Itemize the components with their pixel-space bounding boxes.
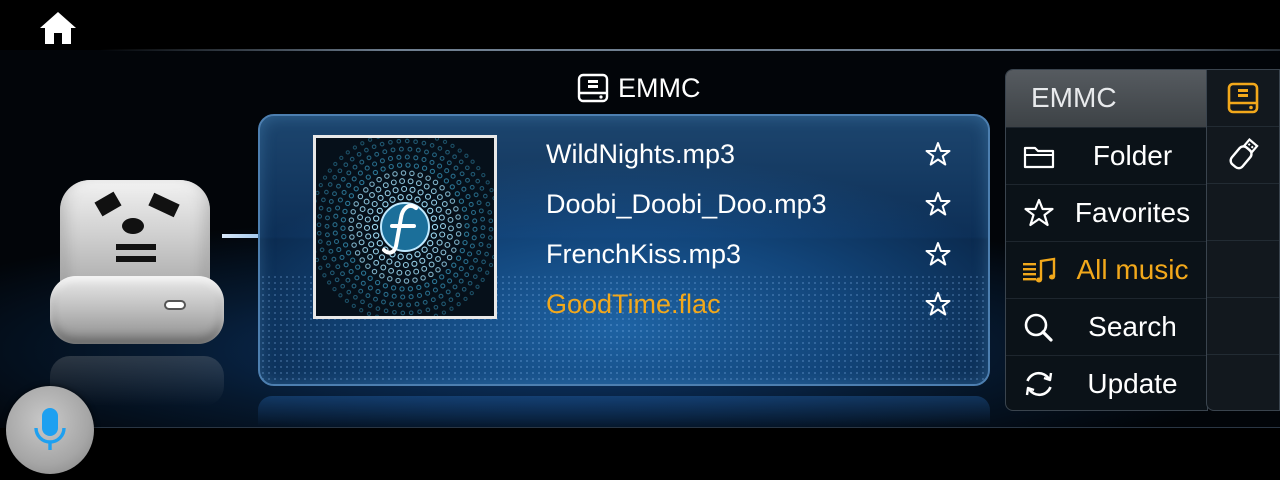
menu-item-all-music[interactable]: All music [1006, 241, 1207, 298]
menu-header-label: EMMC [1031, 82, 1117, 113]
album-art-image [316, 138, 494, 316]
track-name: Doobi_Doobi_Doo.mp3 [546, 188, 827, 219]
rail-empty-slot [1207, 241, 1279, 298]
menu-item-label: Folder [1092, 140, 1173, 171]
track-name: FrenchKiss.mp3 [546, 238, 742, 269]
rail-item-usb[interactable] [1207, 127, 1279, 184]
top-divider [100, 49, 1280, 51]
storage-icon [1227, 82, 1259, 114]
menu-item-search[interactable]: Search [1006, 298, 1207, 355]
top-bar [0, 0, 1280, 50]
album-art [313, 135, 497, 319]
menu-item-label: Favorites [1074, 197, 1191, 228]
favorite-star-icon[interactable] [924, 190, 952, 218]
microphone-icon [34, 408, 66, 450]
favorite-star-icon[interactable] [924, 290, 952, 318]
favorite-star-icon[interactable] [924, 140, 952, 168]
menu-item-update[interactable]: Update [1006, 355, 1207, 410]
storage-device-illustration [50, 176, 224, 344]
menu-item-label: All music [1076, 254, 1189, 285]
track-item[interactable]: FrenchKiss.mp3 [546, 232, 966, 276]
home-button[interactable] [38, 10, 78, 46]
rail-empty-slot [1207, 355, 1279, 412]
source-title: EMMC [576, 70, 701, 106]
home-icon [40, 12, 76, 44]
rail-item-emmc[interactable] [1207, 70, 1279, 127]
source-rail [1206, 69, 1280, 411]
menu-item-favorites[interactable]: Favorites [1006, 184, 1207, 241]
favorite-star-icon[interactable] [924, 240, 952, 268]
voice-button[interactable] [6, 386, 94, 474]
track-name: GoodTime.flac [546, 288, 721, 319]
track-name: WildNights.mp3 [546, 138, 736, 169]
source-title-label: EMMC [618, 72, 701, 103]
menu-header: EMMC [1006, 70, 1207, 127]
bottom-bar [0, 428, 1280, 480]
panel-reflection [258, 396, 990, 426]
track-item-playing[interactable]: GoodTime.flac [546, 282, 966, 326]
rail-empty-slot [1207, 298, 1279, 355]
menu-item-label: Search [1088, 311, 1177, 342]
source-menu: EMMC Folder Favorites All music Search U… [1005, 69, 1208, 411]
star-icon [1024, 198, 1054, 227]
track-item[interactable]: WildNights.mp3 [546, 132, 966, 176]
menu-item-label: Update [1087, 368, 1178, 399]
storage-icon [577, 73, 609, 103]
menu-item-folder[interactable]: Folder [1006, 127, 1207, 184]
folder-icon [1023, 146, 1055, 169]
refresh-icon [1025, 371, 1053, 397]
usb-icon [1229, 137, 1259, 170]
device-connector [222, 234, 262, 238]
search-icon [1024, 313, 1053, 342]
rail-empty-slot [1207, 184, 1279, 241]
music-list-icon [1023, 257, 1056, 283]
track-item[interactable]: Doobi_Doobi_Doo.mp3 [546, 182, 966, 226]
